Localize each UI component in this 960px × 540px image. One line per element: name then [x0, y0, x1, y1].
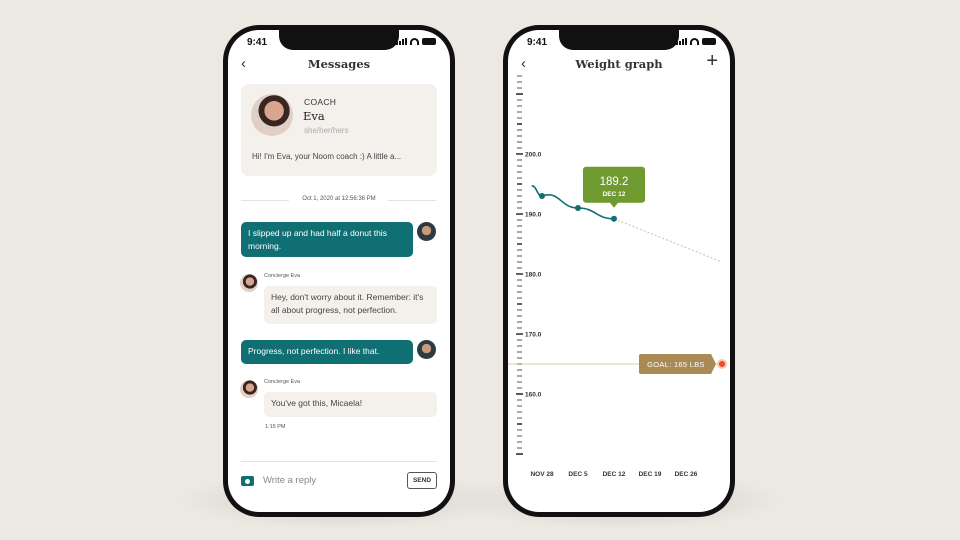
wifi-icon — [690, 38, 699, 45]
user-avatar — [417, 222, 436, 241]
y-tick-label: 190.0 — [525, 212, 542, 219]
coach-name: Eva — [303, 109, 325, 123]
add-weight-button[interactable]: + — [706, 50, 718, 73]
data-point — [575, 205, 581, 211]
reply-input[interactable] — [263, 475, 393, 486]
y-tick-label: 160.0 — [525, 392, 542, 399]
data-point — [611, 215, 617, 222]
battery-icon — [422, 38, 436, 45]
status-time: 9:41 — [247, 37, 268, 48]
phone-messages: 9:41 ‹ Messages COACH Eva she/her/hers H… — [223, 25, 455, 517]
coach-pronouns: she/her/hers — [304, 126, 349, 135]
sender-name: Concierge Eva — [264, 273, 301, 279]
divider — [241, 461, 437, 462]
user-avatar — [417, 340, 436, 359]
coach-avatar — [251, 94, 293, 136]
page-title: Messages — [307, 57, 371, 71]
phone-weight-graph: 200.0 190.0 180.0 170.0 160.0 NOV 28 DEC 5 DEC … — [503, 25, 735, 517]
weight-chart: 200.0 190.0 180.0 170.0 160.0 NOV 28 DEC 5 DEC … — [508, 75, 727, 478]
status-time: 9:41 — [527, 37, 548, 48]
message-bubble-me: I slipped up and had half a donut this m… — [241, 222, 413, 257]
coach-card[interactable]: COACH Eva she/her/hers Hi! I'm Eva, your… — [241, 84, 437, 176]
data-point — [539, 193, 545, 199]
wifi-icon — [410, 38, 419, 45]
status-icons — [676, 38, 716, 45]
sender-name: Concierge Eva — [264, 379, 301, 385]
coach-avatar-small — [240, 380, 258, 398]
coach-avatar-small — [240, 274, 258, 292]
coach-role: COACH — [304, 97, 337, 107]
x-tick-label: DEC 12 — [603, 471, 626, 478]
x-tick-label: DEC 26 — [675, 471, 698, 478]
page-title: Weight graph — [575, 57, 663, 71]
message-bubble-me: Progress, not perfection. I like that. — [241, 340, 413, 364]
x-tick-label: NOV 28 — [530, 471, 554, 478]
y-tick-label: 170.0 — [525, 332, 542, 339]
goal-label: GOAL: 165 LBS — [647, 360, 705, 369]
signal-icon — [396, 38, 407, 45]
message-bubble-coach: You've got this, Micaela! — [264, 392, 437, 417]
y-tick-label: 200.0 — [525, 152, 542, 159]
x-tick-label: DEC 5 — [568, 471, 588, 478]
conversation-timestamp: Oct 1, 2020 at 12:56:36 PM — [302, 196, 376, 202]
battery-icon — [702, 38, 716, 45]
projection-line — [613, 218, 723, 263]
send-button[interactable]: SEND — [407, 472, 437, 489]
coach-preview: Hi! I'm Eva, your Noom coach :) A little… — [252, 152, 402, 161]
weight-screen: 200.0 190.0 180.0 170.0 160.0 NOV 28 DEC 5 DEC … — [508, 30, 730, 512]
x-tick-label: DEC 19 — [639, 471, 662, 478]
message-time: 1:15 PM — [265, 424, 286, 430]
tooltip-value: 189.2 — [600, 176, 629, 188]
divider — [388, 200, 436, 201]
message-bubble-coach: Hey, don't worry about it. Remember: it'… — [264, 286, 437, 324]
signal-icon — [676, 38, 687, 45]
notch — [559, 30, 679, 50]
notch — [279, 30, 399, 50]
camera-icon[interactable] — [241, 476, 254, 486]
status-icons — [396, 38, 436, 45]
y-tick-label: 180.0 — [525, 272, 542, 279]
messages-screen: 9:41 ‹ Messages COACH Eva she/her/hers H… — [228, 30, 450, 512]
tooltip-date: DEC 12 — [603, 191, 626, 198]
goal-dot — [719, 361, 725, 367]
